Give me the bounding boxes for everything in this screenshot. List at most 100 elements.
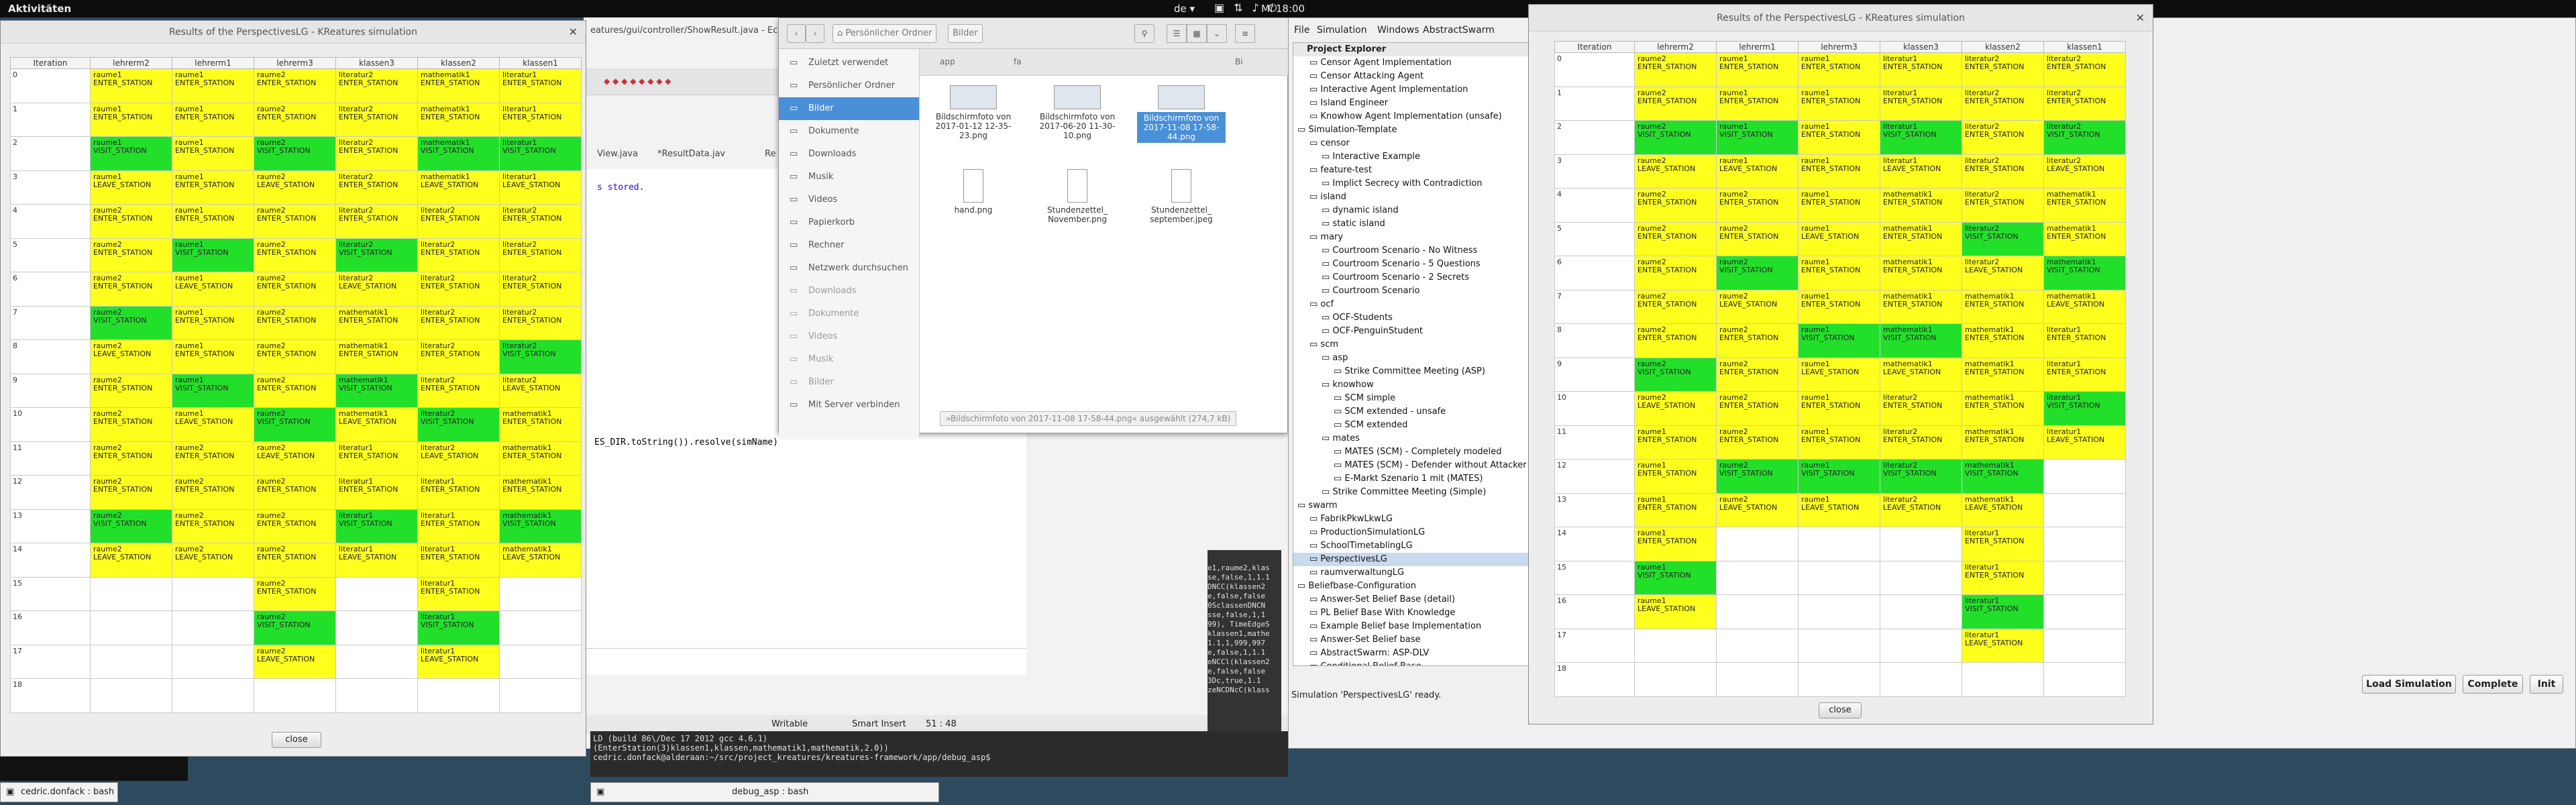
tree-item[interactable]: ▭ Strike Committee Meeting (ASP) — [1293, 365, 1534, 378]
sidebar-item[interactable]: ▭ Bilder — [779, 371, 919, 394]
result-cell[interactable]: raume1 LEAVE_STATION — [1798, 221, 1880, 256]
column-header[interactable]: lehrerm2 — [1634, 41, 1717, 53]
result-cell[interactable]: literatur2 LEAVE_STATION — [499, 373, 582, 408]
sidebar-item[interactable]: ▭ Videos — [779, 325, 919, 348]
result-cell[interactable]: mathematik1 ENTER_STATION — [1962, 289, 2044, 324]
tree-item[interactable]: ▭ ProductionSimulationLG — [1293, 526, 1534, 539]
language-indicator[interactable]: de ▾ — [1174, 3, 1195, 15]
result-cell[interactable]: raume2 LEAVE_STATION — [1716, 289, 1799, 324]
result-cell[interactable]: raume1 ENTER_STATION — [1716, 86, 1799, 121]
result-cell[interactable]: raume2 ENTER_STATION — [254, 204, 336, 239]
sidebar-item[interactable]: ▭ Downloads — [779, 280, 919, 303]
result-cell[interactable]: raume1 VISIT_STATION — [90, 136, 172, 171]
tree-item[interactable]: ▭ mates — [1293, 432, 1534, 445]
tree-item[interactable]: ▭ Interactive Agent Implementation — [1293, 83, 1534, 97]
result-cell[interactable]: raume2 VISIT_STATION — [254, 407, 336, 442]
column-header[interactable]: lehrerm2 — [90, 57, 172, 69]
tree-item[interactable]: ▭ Simulation-Template — [1293, 123, 1534, 137]
result-cell[interactable]: literatur1 ENTER_STATION — [499, 102, 582, 137]
result-cell[interactable]: mathematik1 ENTER_STATION — [417, 68, 500, 103]
result-cell[interactable]: literatur1 ENTER_STATION — [417, 475, 500, 510]
sidebar-item[interactable]: ▭ Videos — [779, 189, 919, 211]
result-cell[interactable]: literatur2 ENTER_STATION — [499, 305, 582, 340]
result-cell[interactable]: raume1 ENTER_STATION — [172, 68, 254, 103]
result-cell[interactable]: raume1 VISIT_STATION — [1634, 560, 1717, 595]
result-cell[interactable]: raume2 ENTER_STATION — [1716, 425, 1799, 460]
result-cell[interactable]: literatur2 VISIT_STATION — [2043, 120, 2126, 155]
result-cell[interactable]: raume1 LEAVE_STATION — [1798, 357, 1880, 392]
result-cell[interactable]: raume2 ENTER_STATION — [1634, 256, 1717, 290]
result-cell[interactable]: raume1 ENTER_STATION — [1798, 289, 1880, 324]
sidebar-item[interactable]: ▭ Persönlicher Ordner — [779, 74, 919, 97]
result-cell[interactable]: raume2 VISIT_STATION — [90, 305, 172, 340]
result-cell[interactable]: raume1 ENTER_STATION — [1798, 86, 1880, 121]
result-cell[interactable]: raume2 ENTER_STATION — [254, 68, 336, 103]
result-cell[interactable]: raume1 ENTER_STATION — [172, 102, 254, 137]
result-cell[interactable]: raume1 ENTER_STATION — [1798, 188, 1880, 223]
result-cell[interactable]: raume2 ENTER_STATION — [254, 508, 336, 543]
result-cell[interactable]: mathematik1 ENTER_STATION — [1962, 425, 2044, 460]
tree-item[interactable]: ▭ Censor Agent Implementation — [1293, 56, 1534, 70]
tree-item[interactable]: ▭ Conditional Belief Base — [1293, 660, 1534, 665]
result-cell[interactable]: raume1 LEAVE_STATION — [90, 170, 172, 205]
tree-item[interactable]: ▭ asp — [1293, 352, 1534, 365]
result-cell[interactable]: raume2 VISIT_STATION — [1716, 256, 1799, 290]
column-header[interactable]: klassen1 — [2043, 41, 2126, 53]
result-cell[interactable]: raume1 ENTER_STATION — [172, 204, 254, 239]
result-cell[interactable]: mathematik1 ENTER_STATION — [1880, 188, 1962, 223]
result-cell[interactable]: literatur1 VISIT_STATION — [1880, 120, 1962, 155]
sidebar-item[interactable]: ▭ Dokumente — [779, 120, 919, 143]
result-cell[interactable]: raume2 ENTER_STATION — [90, 373, 172, 408]
result-cell[interactable]: raume2 ENTER_STATION — [1634, 86, 1717, 121]
sidebar-item[interactable]: ▭ Netzwerk durchsuchen — [779, 257, 919, 280]
tree-item[interactable]: ▭ Interactive Example — [1293, 150, 1534, 164]
breadcrumb-current[interactable]: Bilder — [948, 24, 983, 43]
result-cell[interactable]: literatur2 ENTER_STATION — [417, 204, 500, 239]
tree-item[interactable]: ▭ PL Belief Base With Knowledge — [1293, 606, 1534, 620]
tree-item[interactable]: ▭ dynamic island — [1293, 204, 1534, 217]
result-cell[interactable]: raume1 ENTER_STATION — [172, 136, 254, 171]
result-cell[interactable]: mathematik1 ENTER_STATION — [2043, 188, 2126, 223]
result-cell[interactable]: raume2 LEAVE_STATION — [1634, 154, 1717, 189]
result-cell[interactable]: raume2 ENTER_STATION — [172, 441, 254, 476]
result-cell[interactable]: literatur1 LEAVE_STATION — [1880, 154, 1962, 189]
result-cell[interactable]: literatur2 VISIT_STATION — [1962, 221, 2044, 256]
result-cell[interactable]: literatur1 ENTER_STATION — [499, 68, 582, 103]
result-cell[interactable]: mathematik1 LEAVE_STATION — [1880, 357, 1962, 392]
result-cell[interactable]: literatur2 VISIT_STATION — [499, 339, 582, 374]
tree-item[interactable]: ▭ swarm — [1293, 499, 1534, 513]
result-cell[interactable]: raume2 ENTER_STATION — [1634, 52, 1717, 87]
result-cell[interactable]: raume1 ENTER_STATION — [172, 170, 254, 205]
result-cell[interactable]: literatur1 ENTER_STATION — [1880, 86, 1962, 121]
file-item[interactable]: Stundenzettel_ November.png — [1033, 169, 1122, 224]
result-cell[interactable]: raume2 ENTER_STATION — [172, 508, 254, 543]
result-cell[interactable]: literatur2 ENTER_STATION — [2043, 86, 2126, 121]
result-cell[interactable]: raume2 ENTER_STATION — [1634, 221, 1717, 256]
result-cell[interactable]: literatur2 ENTER_STATION — [499, 237, 582, 272]
result-cell[interactable]: mathematik1 LEAVE_STATION — [335, 407, 418, 442]
result-cell[interactable]: mathematik1 ENTER_STATION — [2043, 221, 2126, 256]
result-cell[interactable]: raume1 ENTER_STATION — [90, 68, 172, 103]
result-cell[interactable]: raume1 VISIT_STATION — [172, 373, 254, 408]
result-cell[interactable]: raume1 LEAVE_STATION — [1634, 594, 1717, 629]
result-cell[interactable]: literatur1 VISIT_STATION — [335, 508, 418, 543]
result-cell[interactable]: literatur1 ENTER_STATION — [2043, 357, 2126, 392]
result-cell[interactable]: literatur1 VISIT_STATION — [1962, 594, 2044, 629]
result-cell[interactable]: mathematik1 VISIT_STATION — [335, 373, 418, 408]
file-item[interactable]: hand.png — [929, 169, 1018, 215]
column-header[interactable]: klassen1 — [499, 57, 582, 69]
breadcrumb-home[interactable]: ⌂ Persönlicher Ordner — [833, 24, 937, 43]
result-cell[interactable]: mathematik1 ENTER_STATION — [417, 102, 500, 137]
result-cell[interactable]: mathematik1 ENTER_STATION — [1880, 221, 1962, 256]
back-button[interactable]: ‹ — [787, 24, 806, 43]
result-cell[interactable]: mathematik1 LEAVE_STATION — [2043, 289, 2126, 324]
result-cell[interactable]: literatur2 VISIT_STATION — [1880, 459, 1962, 494]
sidebar-item[interactable]: ▭ Dokumente — [779, 303, 919, 325]
result-cell[interactable]: raume2 VISIT_STATION — [1634, 120, 1717, 155]
taskbar-item-bash-middle[interactable]: ▣ debug_asp : bash — [590, 782, 939, 802]
result-cell[interactable]: literatur2 ENTER_STATION — [499, 204, 582, 239]
result-cell[interactable]: mathematik1 ENTER_STATION — [1962, 323, 2044, 358]
result-cell[interactable]: raume2 LEAVE_STATION — [1716, 492, 1799, 527]
console-output[interactable]: e1,raume2,klas se,false,1,1.1 DNCC(klassen… — [1208, 550, 1281, 751]
column-header[interactable]: klassen2 — [417, 57, 500, 69]
